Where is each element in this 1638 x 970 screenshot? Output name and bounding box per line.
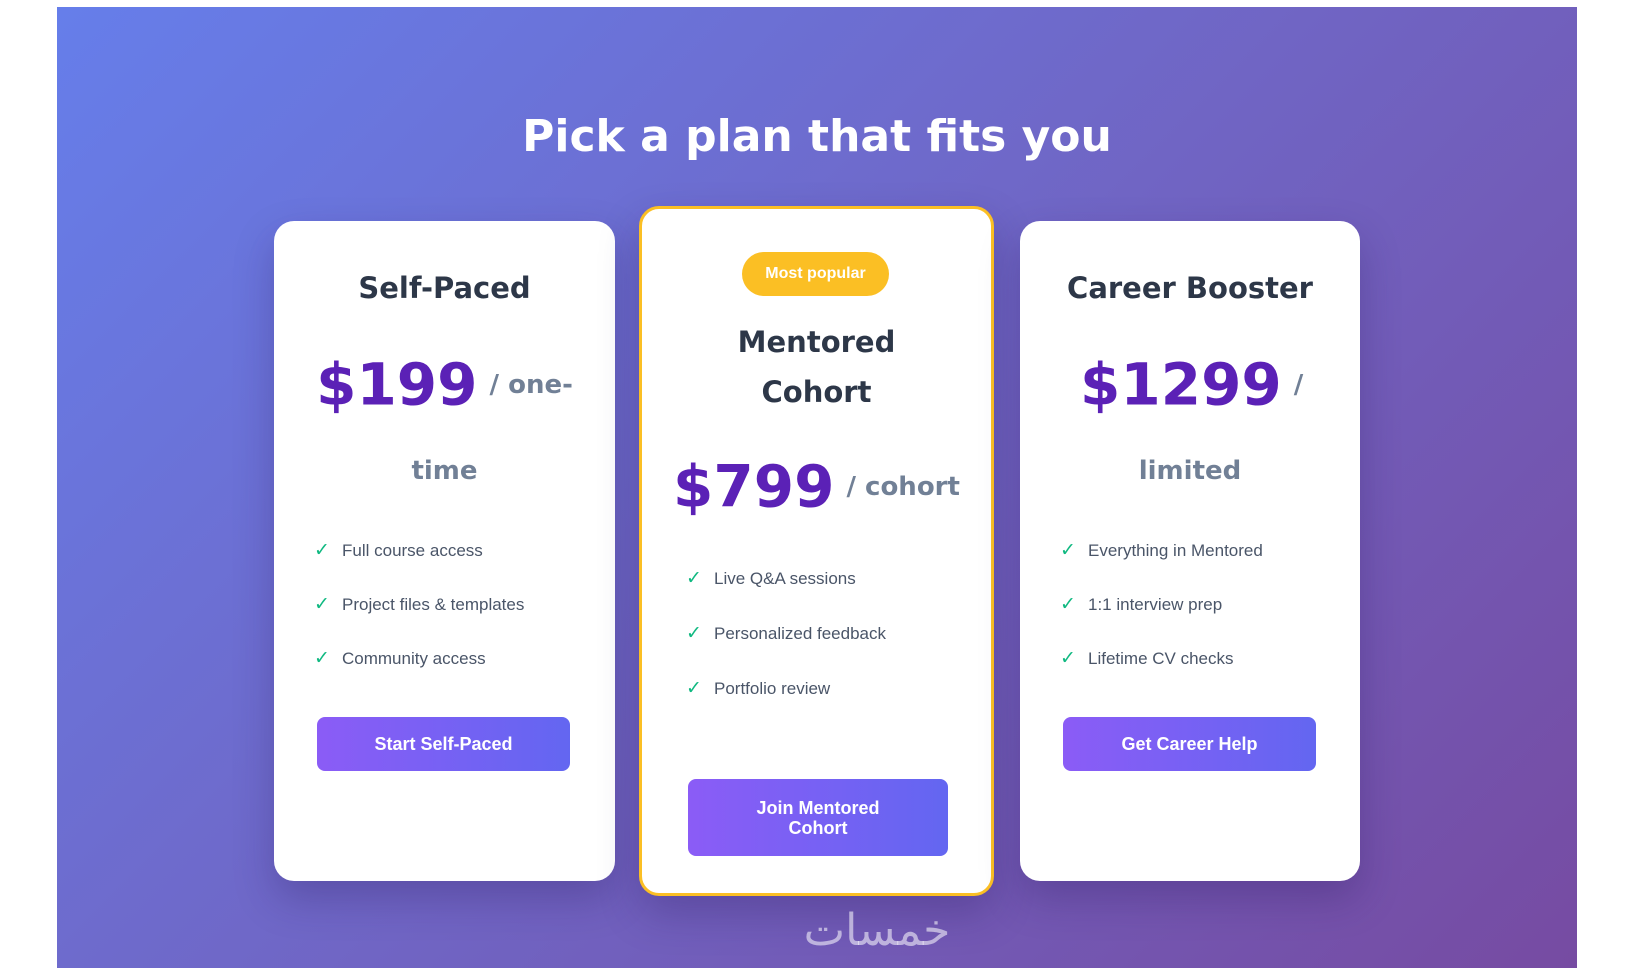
plan-name: Self-Paced [358,271,531,305]
most-popular-badge: Most popular [742,252,889,296]
check-icon: ✓ [314,540,330,561]
check-icon: ✓ [1060,540,1076,561]
feature-label: Community access [342,649,486,668]
check-icon: ✓ [1060,594,1076,615]
feature-item: ✓ Portfolio review [686,677,886,732]
plan-card-mentored-cohort: Most popular Mentored Cohort $799 / cohor… [639,206,994,896]
price-block: $199/ one-time [274,341,615,514]
feature-label: Personalized feedback [714,624,887,643]
check-icon: ✓ [1060,648,1076,669]
feature-label: Live Q&A sessions [714,569,856,588]
feature-list: ✓ Full course access ✓ Project files & tem… [314,539,524,701]
feature-item: ✓ Live Q&A sessions [686,567,886,622]
check-icon: ✓ [686,678,702,699]
feature-item: ✓ Community access [314,647,524,701]
feature-item: ✓ Project files & templates [314,593,524,647]
plan-card-self-paced: Self-Paced $199/ one-time ✓ Full course a… [274,221,615,881]
feature-label: Project files & templates [342,595,525,614]
feature-label: 1:1 interview prep [1088,595,1223,614]
feature-item: ✓ Everything in Mentored [1060,539,1263,593]
feature-label: Everything in Mentored [1088,541,1263,560]
start-self-paced-button[interactable]: Start Self-Paced [317,717,570,771]
feature-item: ✓ Personalized feedback [686,622,886,677]
pricing-section: Pick a plan that fits you Self-Paced $19… [57,7,1577,968]
price-block: $1299/ limited [1020,341,1360,514]
check-icon: ✓ [686,568,702,589]
feature-item: ✓ Full course access [314,539,524,593]
check-icon: ✓ [314,594,330,615]
join-mentored-cohort-button[interactable]: Join Mentored Cohort [688,779,948,856]
feature-label: Lifetime CV checks [1088,649,1234,668]
feature-list: ✓ Everything in Mentored ✓ 1:1 interview p… [1060,539,1263,701]
check-icon: ✓ [686,623,702,644]
plan-name: Mentored Cohort [737,325,896,409]
feature-list: ✓ Live Q&A sessions ✓ Personalized feedbac… [686,567,886,732]
plan-price: $799 [673,452,835,521]
feature-label: Portfolio review [714,679,831,698]
price-block: $799 / cohort [642,443,991,530]
plan-price: $1299 [1080,350,1282,419]
plan-card-career-booster: Career Booster $1299/ limited ✓ Everythin… [1020,221,1360,881]
plan-price: $199 [316,350,478,419]
watermark-logo: خمسات [803,905,951,956]
feature-label: Full course access [342,541,483,560]
plan-name: Career Booster [1067,271,1313,305]
feature-item: ✓ Lifetime CV checks [1060,647,1263,701]
feature-item: ✓ 1:1 interview prep [1060,593,1263,647]
section-heading: Pick a plan that fits you [522,111,1112,162]
get-career-help-button[interactable]: Get Career Help [1063,717,1316,771]
plan-period: / cohort [846,471,960,502]
check-icon: ✓ [314,648,330,669]
